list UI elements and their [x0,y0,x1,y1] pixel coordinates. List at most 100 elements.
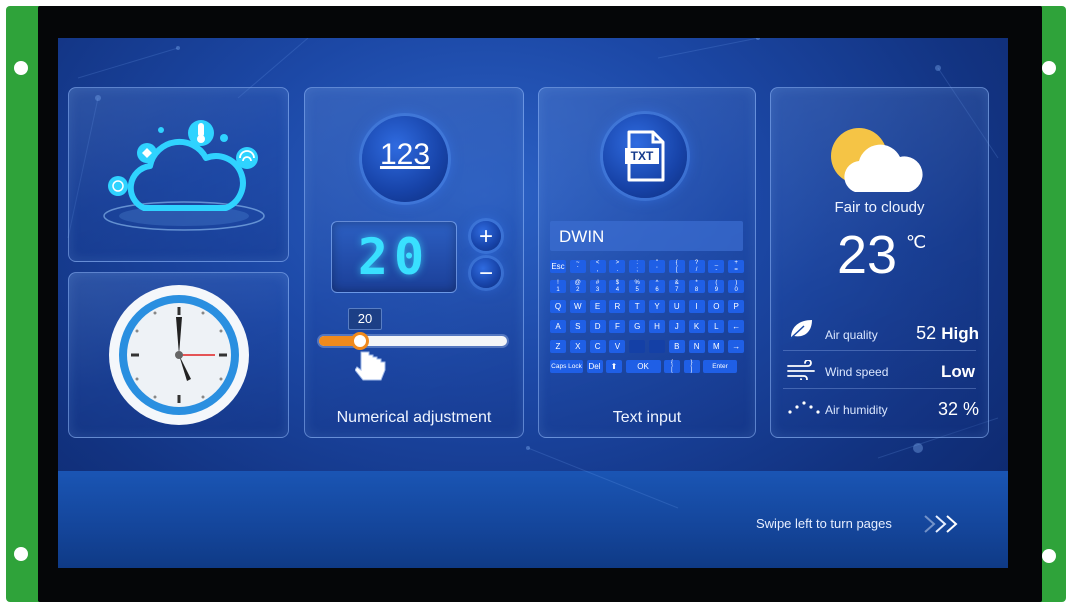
clock-panel[interactable] [68,272,289,438]
keyboard-key[interactable] [649,340,665,353]
value-slider[interactable] [319,332,507,350]
partly-cloudy-icon [831,128,923,192]
keyboard-key[interactable]: D [589,320,606,333]
humidity-drops-icon [788,401,820,414]
air-quality-label: Air quality [825,328,878,342]
mount-hole [14,547,28,561]
keyboard-key[interactable]: Caps Lock [550,360,583,373]
keyboard-key[interactable]: R [609,300,626,313]
analog-clock-icon [109,285,249,425]
temperature-value: 23 [837,225,898,285]
keyboard-key[interactable]: % 5 [629,280,646,293]
keyboard-key[interactable]: S [569,320,586,333]
hand-pointer-icon [355,351,386,381]
numerical-adjustment-panel: 123 20 + − 20 Numerical adjustment [304,87,524,438]
mount-hole [1042,549,1056,563]
keyboard-key[interactable]: I [688,300,705,313]
keyboard-key[interactable]: { [ [668,260,685,273]
virtual-keyboard: Esc ~ ` < , > .: ; " '{ [? / _ - + =! 1 @ 2 # 3 $… [550,260,746,380]
keyboard-key[interactable]: * 8 [688,280,705,293]
keyboard-key[interactable]: N [688,340,705,353]
keyboard-key[interactable]: → [728,340,745,353]
text-file-button[interactable]: TXT [603,114,687,198]
numeric-value-display: 20 [331,221,457,293]
keyboard-key[interactable]: $ 4 [609,280,626,293]
keyboard-key[interactable]: O [708,300,725,313]
decrement-button[interactable]: − [471,258,501,288]
keyboard-key[interactable]: F [609,320,626,333]
temperature-unit: ℃ [906,232,927,252]
text-input-field[interactable]: DWIN [550,221,743,251]
slider-value-text: 20 [357,311,373,326]
keyboard-key[interactable]: K [688,320,705,333]
keyboard-key[interactable]: J [668,320,685,333]
wind-speed-label: Wind speed [825,365,889,379]
keyboard-key[interactable]: P [728,300,745,313]
keyboard-key[interactable]: ^ 6 [649,280,665,293]
keyboard-key[interactable]: V [609,340,626,353]
leaf-icon [789,320,812,340]
keyboard-key[interactable] [629,340,646,353]
keyboard-key[interactable]: ! 1 [550,280,566,293]
keyboard-key[interactable]: C [589,340,606,353]
keyboard-key[interactable]: ? / [688,260,705,273]
air-quality-reading: 52 High [899,323,979,344]
keyboard-key[interactable]: < , [589,260,606,273]
wind-icon [787,360,815,380]
keyboard-key[interactable]: : ; [629,260,646,273]
numeric-value-text: 20 [357,228,431,286]
keyboard-key[interactable]: G [629,320,646,333]
keyboard-key[interactable]: Del [586,360,603,373]
keyboard-key[interactable]: Esc [550,260,566,273]
keyboard-key[interactable]: M [708,340,725,353]
keyboard-key[interactable]: ← [728,320,745,333]
mount-hole [14,61,28,75]
keyboard-key[interactable]: Y [649,300,665,313]
slider-knob[interactable] [351,332,370,350]
keyboard-key[interactable]: Enter [703,360,737,373]
text-input-value: DWIN [559,227,605,246]
swipe-hint[interactable]: Swipe left to turn pages [756,512,966,536]
keyboard-key[interactable]: A [550,320,566,333]
cloud-iot-panel[interactable] [68,87,289,262]
air-quality-level: High [941,324,979,343]
numerical-adjustment-title: Numerical adjustment [336,409,492,426]
keyboard-key[interactable]: H [649,320,665,333]
keyboard-key[interactable]: ⬆ [606,360,622,373]
keyboard-key[interactable]: _ - [708,260,725,273]
keyboard-key[interactable]: } ] [683,360,700,373]
double-chevron-right-icon [924,515,958,533]
air-quality-value: 52 [916,323,937,343]
numeric-button-label: 123 [379,138,431,171]
increment-button[interactable]: + [471,221,501,251]
weather-divider [783,350,976,351]
keyboard-key[interactable]: # 3 [589,280,606,293]
numeric-keypad-button[interactable]: 123 [362,116,448,202]
keyboard-key[interactable]: " ' [649,260,665,273]
keyboard-key[interactable]: E [589,300,606,313]
text-input-panel: TXT DWIN Esc ~ ` < , > .: ; " '{ [? / _ - + =!… [538,87,756,438]
keyboard-key[interactable]: Q [550,300,566,313]
keyboard-key[interactable]: ~ ` [569,260,586,273]
keyboard-key[interactable]: Z [550,340,566,353]
keyboard-key[interactable]: T [629,300,646,313]
keyboard-key[interactable]: OK [625,360,661,373]
keyboard-key[interactable]: ( 9 [708,280,725,293]
keyboard-key[interactable]: B [668,340,685,353]
keyboard-key[interactable]: ) 0 [728,280,745,293]
lcd-screen: 123 20 + − 20 Numerical adjustment TXT D… [58,38,1008,568]
keyboard-key[interactable]: @ 2 [569,280,586,293]
keyboard-key[interactable]: X [569,340,586,353]
keyboard-key[interactable]: W [569,300,586,313]
keyboard-key[interactable]: U [668,300,685,313]
keyboard-key[interactable]: & 7 [668,280,685,293]
slider-value-tooltip: 20 [348,308,382,330]
keyboard-key[interactable]: + = [728,260,745,273]
air-humidity-label: Air humidity [825,403,888,417]
keyboard-key[interactable]: > . [609,260,626,273]
keyboard-key[interactable]: { [ [664,360,680,373]
swipe-hint-text: Swipe left to turn pages [756,516,892,531]
keyboard-key[interactable]: L [708,320,725,333]
air-humidity-value: 32 % [937,399,979,419]
plus-icon: + [478,223,493,250]
